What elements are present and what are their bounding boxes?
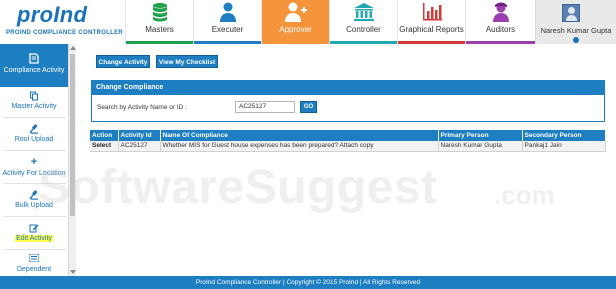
tab-graphical-reports[interactable]: Graphical Reports [397,0,465,44]
activity-table: Action Activity Id Name Of Compliance Pr… [90,130,606,152]
user-dropdown-toggle[interactable] [573,37,579,43]
sidebar-divider [4,150,66,151]
tab-masters-label: Masters [145,25,174,34]
tab-auditors-label: Auditors [485,25,516,34]
activity-id-cell: AC25127 [118,141,161,152]
primary-person-cell: Naresh Kumar Gupta [438,141,523,152]
watermark-suffix: .com [494,180,555,210]
logo-subtitle: PROIND COMPLIANCE CONTROLLER [6,30,124,36]
sidebar-item-label: Compliance Activity [3,67,65,74]
view-checklist-button[interactable]: View My Checklist [156,55,218,68]
database-icon [152,3,167,22]
sidebar-divider [4,249,66,250]
sidebar-divider [4,216,66,217]
column-header: Name Of Compliance [160,130,439,141]
user-name: Naresh Kumar Gupta [540,26,612,35]
logo-text: proInd [17,2,88,27]
sidebar-item-label: Master Activity [11,103,57,110]
tab-approver-label: Approver [279,25,312,34]
sidebar-item-dependent[interactable]: Dependent [0,252,68,276]
go-button[interactable]: GO [300,101,317,113]
sidebar-item-master-activity[interactable]: Master Activity [0,87,68,117]
column-header: Action [90,130,119,141]
sidebar-item-label: Dependent [16,266,52,273]
bar-chart-icon [422,3,442,21]
select-link[interactable]: Select [90,141,119,152]
sidebar-item-rool-upload[interactable]: Rool Upload [0,120,68,150]
compliance-name-cell: Whether MIS for Guest house expenses has… [160,141,439,152]
sidebar-item-compliance-activity[interactable]: Compliance Activity [0,44,68,87]
person-icon [219,2,236,22]
watermark-text: SoftwareSuggest [38,161,438,214]
logo[interactable]: proInd PROIND COMPLIANCE CONTROLLER [0,0,125,44]
user-add-icon [284,2,307,22]
tab-auditors[interactable]: Auditors [465,0,535,44]
tab-executer[interactable]: Executer [193,0,261,44]
institution-icon [353,3,374,21]
sidebar-item-label: Edit Activity [15,235,53,242]
scroll-up-arrow-icon[interactable] [70,46,76,50]
tab-approver[interactable]: Approver [261,0,329,44]
change-activity-button[interactable]: Change Activity [96,55,150,68]
sidebar-item-label: Rool Upload [14,136,54,143]
avatar [562,4,580,22]
user-menu[interactable]: Naresh Kumar Gupta [535,0,616,44]
footer: ProInd Compliance Controller | Copyright… [0,276,616,289]
plus-icon: + [30,156,38,168]
tab-controller[interactable]: Controller [329,0,397,44]
search-label: Search by Activity Name or ID : [97,104,187,111]
tab-graphical-reports-label: Graphical Reports [399,25,464,34]
search-input[interactable]: AC25127 [235,101,295,113]
column-header: Primary Person [438,130,523,141]
column-header: Secondary Person [522,130,606,141]
auditor-icon [492,2,509,22]
scroll-down-arrow-icon[interactable] [70,270,76,274]
panel-title: Change Compliance [92,81,604,95]
column-header: Activity Id [118,130,161,141]
tab-executer-label: Executer [211,25,244,34]
list-icon [28,253,40,265]
table-row: Select AC25127 Whether MIS for Guest hou… [90,141,606,152]
tab-masters[interactable]: Masters [125,0,193,44]
top-header: proInd PROIND COMPLIANCE CONTROLLER Mast… [0,0,616,44]
book-icon [29,53,39,67]
change-compliance-panel: Change Compliance Search by Activity Nam… [91,80,605,122]
tab-controller-label: Controller [346,25,381,34]
table-header-row: Action Activity Id Name Of Compliance Pr… [90,130,606,141]
secondary-person-cell: Pankaj1 Jain [522,141,606,152]
sidebar-item-edit-activity[interactable]: Edit Activity [0,219,68,249]
sidebar-divider [4,117,66,118]
